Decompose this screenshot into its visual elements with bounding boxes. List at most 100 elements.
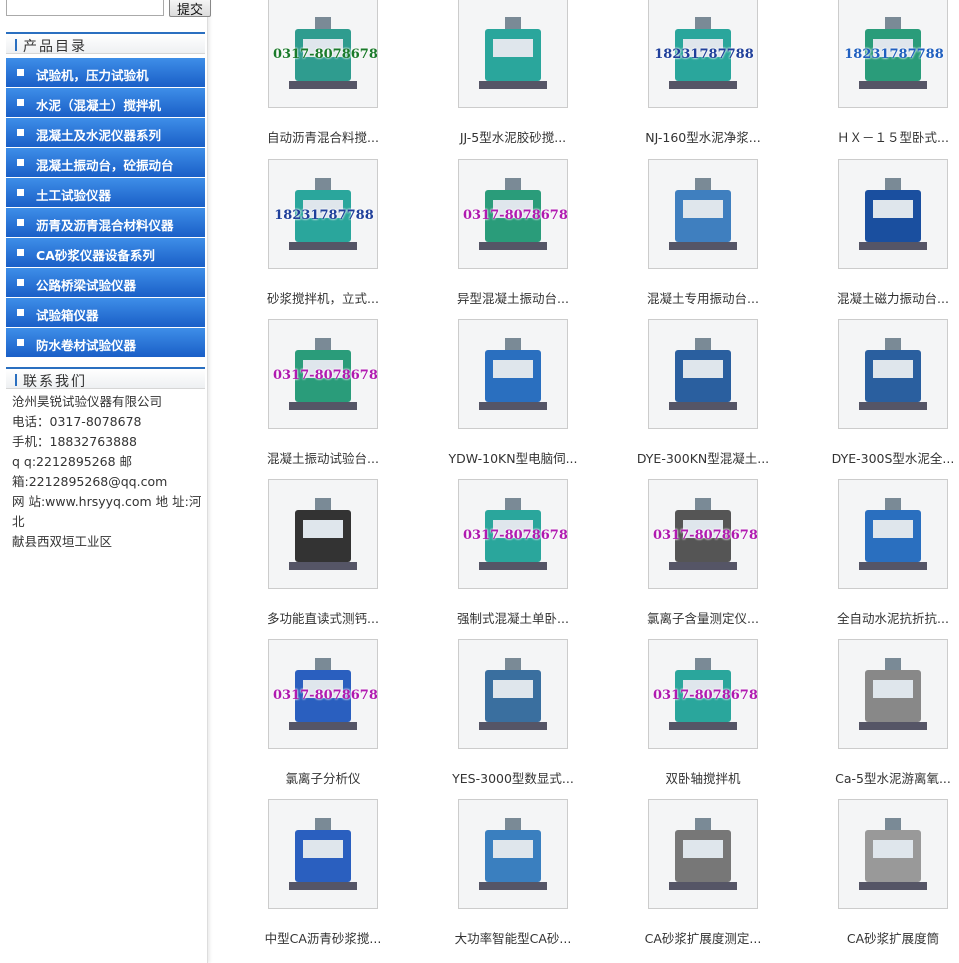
contact-line: q q:2212895268 邮 <box>12 454 133 469</box>
product-image[interactable] <box>648 799 758 909</box>
product-caption[interactable]: YDW-10KN型电脑伺... <box>420 448 606 467</box>
product-image[interactable]: 0317-8078678 <box>268 0 378 108</box>
product-photo-icon <box>839 800 947 908</box>
product-image[interactable] <box>838 479 948 589</box>
product-image[interactable] <box>458 639 568 749</box>
product-card[interactable]: 混凝土专用振动台... <box>610 159 760 320</box>
product-caption[interactable]: NJ-160型水泥净浆... <box>610 127 796 146</box>
product-card[interactable]: 0317-8078678 强制式混凝土单卧... <box>420 479 570 640</box>
product-caption[interactable]: 混凝土振动试验台... <box>230 448 416 467</box>
product-card[interactable]: 18231787788 NJ-160型水泥净浆... <box>610 0 761 160</box>
product-card[interactable]: Ca-5型水泥游离氧... <box>800 639 951 800</box>
product-image[interactable] <box>838 799 948 909</box>
product-photo-icon <box>269 480 377 588</box>
category-label: 混凝土振动台，砼振动台 <box>36 158 174 173</box>
category-item[interactable]: 土工试验仪器 <box>6 178 205 208</box>
product-image[interactable] <box>268 799 378 909</box>
product-caption[interactable]: DYE-300S型水泥全... <box>800 448 959 467</box>
sidebar: 提交 产品目录 试验机，压力试验机 水泥（混凝土）搅拌机 混凝土及水泥仪器系列混凝土… <box>0 0 211 963</box>
product-image[interactable] <box>648 319 758 429</box>
product-caption[interactable]: Ca-5型水泥游离氧... <box>800 768 959 787</box>
product-card[interactable]: 0317-8078678 氯离子含量测定仪... <box>610 479 760 640</box>
product-caption[interactable]: CA砂浆扩展度筒 <box>800 928 959 947</box>
product-caption[interactable]: 氯离子含量测定仪... <box>610 608 796 627</box>
product-caption[interactable]: YES-3000型数显式... <box>420 768 606 787</box>
product-card[interactable]: 混凝土磁力振动台... <box>800 159 950 320</box>
product-image[interactable]: 18231787788 <box>268 159 378 269</box>
product-caption[interactable]: DYE-300KN型混凝土... <box>610 448 796 467</box>
product-image[interactable]: 0317-8078678 <box>268 639 378 749</box>
product-image[interactable] <box>838 319 948 429</box>
product-image[interactable] <box>458 0 568 108</box>
product-caption[interactable]: 混凝土磁力振动台... <box>800 288 959 307</box>
product-card[interactable]: 0317-8078678 氯离子分析仪 <box>230 639 380 800</box>
category-item[interactable]: 公路桥梁试验仪器 <box>6 268 205 298</box>
product-caption[interactable]: CA砂浆扩展度测定... <box>610 928 796 947</box>
product-card[interactable]: 0317-8078678 自动沥青混合料搅... <box>230 0 380 160</box>
product-image[interactable] <box>458 799 568 909</box>
product-image[interactable]: 0317-8078678 <box>458 159 568 269</box>
contact-section-header: 联系我们 <box>6 367 205 390</box>
product-card[interactable]: DYE-300S型水泥全... <box>800 319 954 480</box>
product-caption[interactable]: JJ-5型水泥胶砂搅... <box>420 127 606 146</box>
contact-line: 献县西双垣工业区 <box>12 534 113 549</box>
product-card[interactable]: YES-3000型数显式... <box>420 639 574 800</box>
category-item[interactable]: 混凝土振动台，砼振动台 <box>6 148 205 178</box>
product-image[interactable] <box>458 319 568 429</box>
product-card[interactable]: 大功率智能型CA砂... <box>420 799 571 960</box>
product-photo-icon <box>459 640 567 748</box>
product-image[interactable]: 0317-8078678 <box>458 479 568 589</box>
product-caption[interactable]: ＨＸ－１５型卧式... <box>800 127 959 146</box>
category-item[interactable]: 沥青及沥青混合材料仪器 <box>6 208 205 238</box>
product-image[interactable]: 0317-8078678 <box>648 639 758 749</box>
product-card[interactable]: JJ-5型水泥胶砂搅... <box>420 0 570 160</box>
product-card[interactable]: DYE-300KN型混凝土... <box>610 319 769 480</box>
category-item[interactable]: CA砂浆仪器设备系列 <box>6 238 205 268</box>
product-image[interactable] <box>838 639 948 749</box>
product-card[interactable]: 0317-8078678 混凝土振动试验台... <box>230 319 380 480</box>
category-item[interactable]: 试验机，压力试验机 <box>6 58 205 88</box>
product-photo-icon <box>839 640 947 748</box>
product-image[interactable] <box>268 479 378 589</box>
product-card[interactable]: 0317-8078678 异型混凝土振动台... <box>420 159 570 320</box>
product-caption[interactable]: 全自动水泥抗折抗... <box>800 608 959 627</box>
product-card[interactable]: 18231787788 砂浆搅拌机，立式... <box>230 159 380 320</box>
product-card[interactable]: 全自动水泥抗折抗... <box>800 479 950 640</box>
product-image[interactable] <box>838 159 948 269</box>
product-caption[interactable]: 双卧轴搅拌机 <box>610 768 796 787</box>
category-label: 沥青及沥青混合材料仪器 <box>36 218 174 233</box>
product-caption[interactable]: 强制式混凝土单卧... <box>420 608 606 627</box>
product-photo-icon <box>649 320 757 428</box>
product-image[interactable] <box>648 159 758 269</box>
product-caption[interactable]: 多功能直读式测钙... <box>230 608 416 627</box>
category-item[interactable]: 防水卷材试验仪器 <box>6 328 205 358</box>
product-caption[interactable]: 砂浆搅拌机，立式... <box>230 288 416 307</box>
product-image[interactable]: 0317-8078678 <box>268 319 378 429</box>
category-item[interactable]: 试验箱仪器 <box>6 298 205 328</box>
product-caption[interactable]: 中型CA沥青砂浆搅... <box>230 928 416 947</box>
product-image[interactable]: 18231787788 <box>838 0 948 108</box>
phone-watermark: 0317-8078678 <box>273 368 378 383</box>
search-input[interactable] <box>6 0 164 16</box>
contact-line: 网 站:www.hrsyyq.com 地 址:河北 <box>12 494 202 529</box>
product-caption[interactable]: 自动沥青混合料搅... <box>230 127 416 146</box>
product-image[interactable]: 0317-8078678 <box>648 479 758 589</box>
product-card[interactable]: YDW-10KN型电脑伺... <box>420 319 578 480</box>
product-caption[interactable]: 混凝土专用振动台... <box>610 288 796 307</box>
product-card[interactable]: 中型CA沥青砂浆搅... <box>230 799 381 960</box>
product-caption[interactable]: 异型混凝土振动台... <box>420 288 606 307</box>
product-card[interactable]: 0317-8078678 双卧轴搅拌机 <box>610 639 760 800</box>
product-caption[interactable]: 大功率智能型CA砂... <box>420 928 606 947</box>
product-caption[interactable]: 氯离子分析仪 <box>230 768 416 787</box>
phone-watermark: 18231787788 <box>654 47 754 62</box>
product-image[interactable]: 18231787788 <box>648 0 758 108</box>
submit-button[interactable]: 提交 <box>169 0 211 18</box>
phone-watermark: 0317-8078678 <box>653 688 758 703</box>
category-section-title: 产品目录 <box>23 39 87 55</box>
product-card[interactable]: CA砂浆扩展度测定... <box>610 799 761 960</box>
product-card[interactable]: 多功能直读式测钙... <box>230 479 380 640</box>
product-card[interactable]: 18231787788 ＨＸ－１５型卧式... <box>800 0 950 160</box>
category-item[interactable]: 混凝土及水泥仪器系列 <box>6 118 205 148</box>
product-card[interactable]: CA砂浆扩展度筒 <box>800 799 950 960</box>
category-item[interactable]: 水泥（混凝土）搅拌机 <box>6 88 205 118</box>
